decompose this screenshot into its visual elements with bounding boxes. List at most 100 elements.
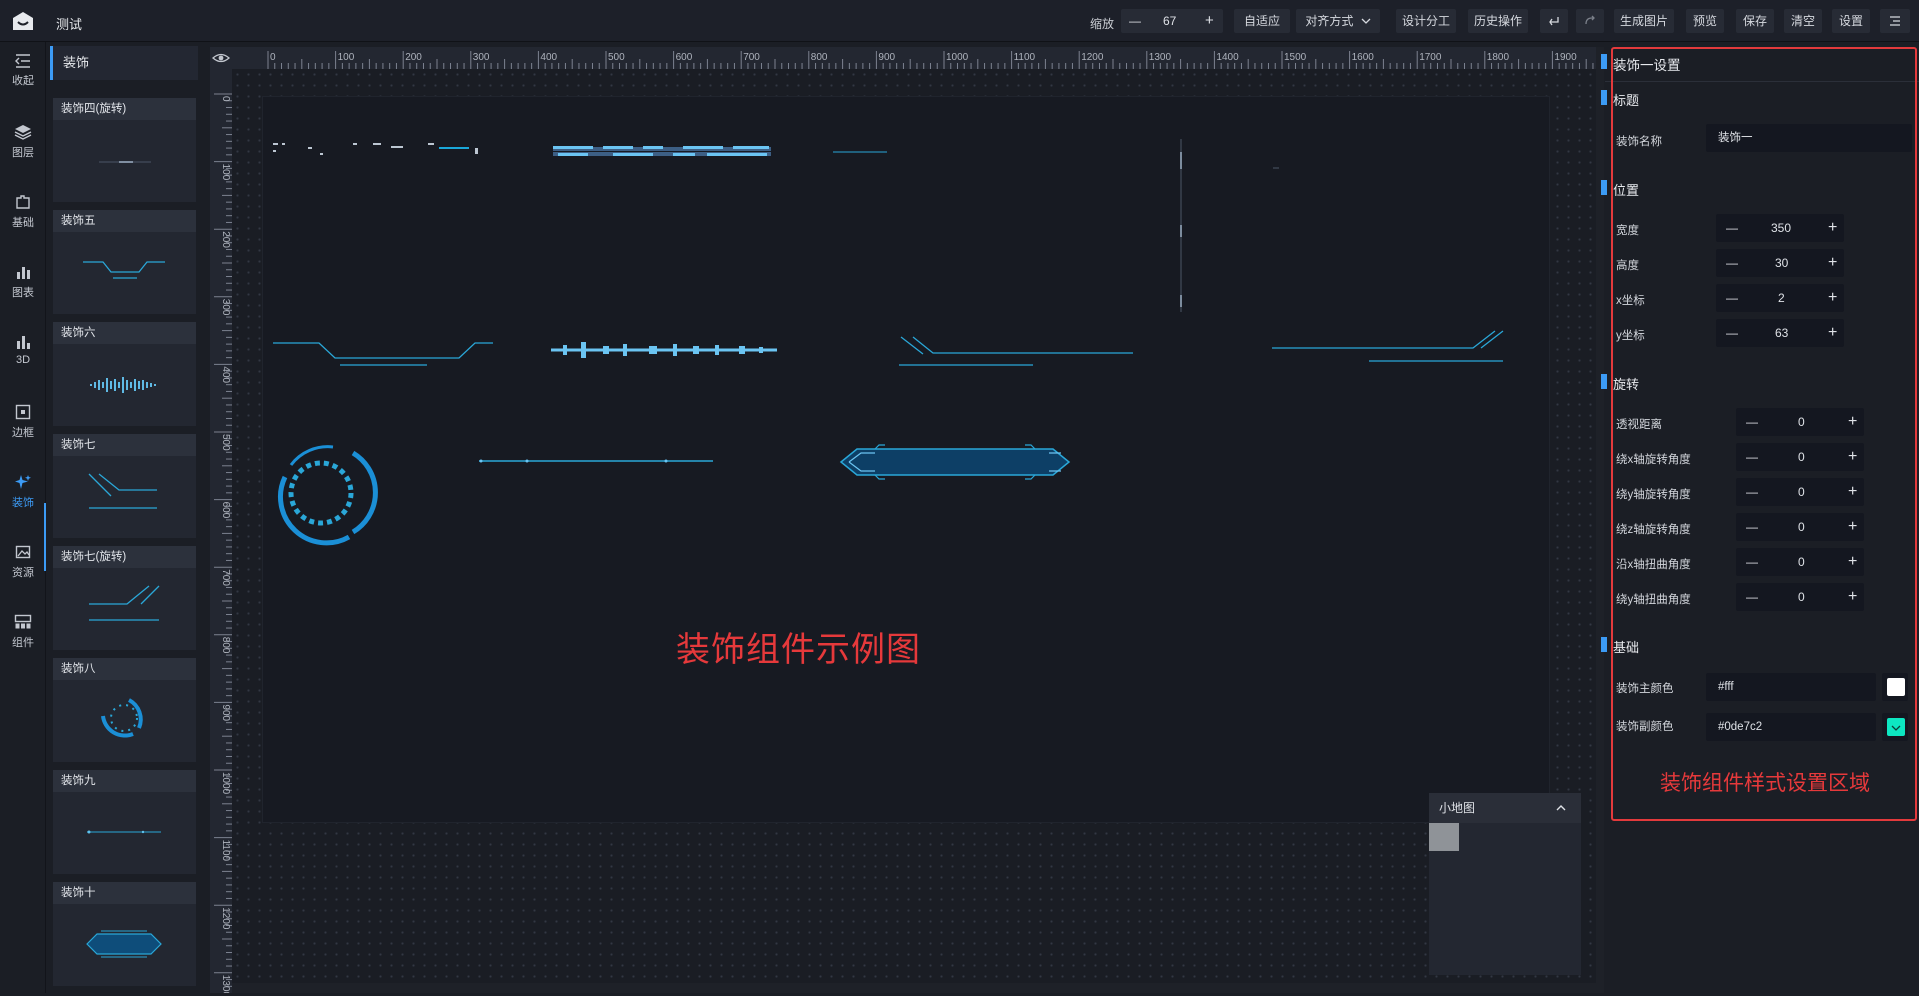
- minus-icon[interactable]: —: [1726, 319, 1738, 347]
- nav-resources[interactable]: 资源: [0, 536, 46, 606]
- skew-y-stepper[interactable]: — 0 +: [1736, 583, 1864, 611]
- x-stepper[interactable]: — 2 +: [1716, 284, 1844, 312]
- y-value[interactable]: 63: [1775, 319, 1788, 347]
- plus-icon[interactable]: +: [1848, 408, 1857, 436]
- nav-decoration[interactable]: 装饰: [0, 466, 46, 536]
- nav-3d[interactable]: 3D: [0, 326, 46, 396]
- history-button[interactable]: 历史操作: [1468, 9, 1528, 33]
- minus-icon[interactable]: —: [1726, 284, 1738, 312]
- name-input[interactable]: 装饰一: [1706, 124, 1912, 152]
- nav-border[interactable]: 边框: [0, 396, 46, 466]
- decoration-10[interactable]: [839, 444, 1071, 480]
- y-stepper[interactable]: — 63 +: [1716, 319, 1844, 347]
- plus-icon[interactable]: +: [1848, 443, 1857, 471]
- chevron-up-icon[interactable]: [1555, 803, 1567, 813]
- ruler-tick-label: 100: [220, 164, 231, 181]
- redo-button[interactable]: [1576, 9, 1604, 33]
- plus-icon[interactable]: +: [1828, 249, 1837, 277]
- preview-button[interactable]: 预览: [1686, 9, 1724, 33]
- minus-icon[interactable]: —: [1746, 513, 1758, 541]
- horizontal-scrollbar[interactable]: [232, 983, 1596, 993]
- deco-card-9[interactable]: 装饰九: [53, 770, 196, 874]
- skew-y-value[interactable]: 0: [1798, 583, 1805, 611]
- home-logo-icon[interactable]: [12, 11, 34, 31]
- skew-x-stepper[interactable]: — 0 +: [1736, 548, 1864, 576]
- sub-color-input[interactable]: #0de7c2: [1706, 713, 1876, 741]
- align-dropdown[interactable]: 对齐方式: [1296, 9, 1380, 33]
- settings-button[interactable]: 设置: [1832, 9, 1870, 33]
- main-color-input[interactable]: #fff: [1706, 673, 1876, 701]
- skew-x-value[interactable]: 0: [1798, 548, 1805, 576]
- decoration-5[interactable]: [273, 342, 493, 366]
- minimap[interactable]: 小地图: [1429, 793, 1581, 975]
- decoration-1[interactable]: [273, 143, 478, 155]
- width-stepper[interactable]: — 350 +: [1716, 214, 1844, 242]
- rot-x-value[interactable]: 0: [1798, 443, 1805, 471]
- rot-z-value[interactable]: 0: [1798, 513, 1805, 541]
- deco-card-5[interactable]: 装饰五: [53, 210, 196, 314]
- plus-icon[interactable]: +: [1828, 214, 1837, 242]
- height-value[interactable]: 30: [1775, 249, 1788, 277]
- clear-button[interactable]: 清空: [1784, 9, 1822, 33]
- zoom-in-button[interactable]: +: [1205, 9, 1214, 33]
- ruler-tick-label: 0: [270, 52, 276, 63]
- decoration-4[interactable]: [1180, 139, 1279, 312]
- zoom-value[interactable]: 67: [1163, 9, 1176, 33]
- fit-button[interactable]: 自适应: [1234, 9, 1290, 33]
- minus-icon[interactable]: —: [1746, 583, 1758, 611]
- nav-layers[interactable]: 图层: [0, 116, 46, 186]
- top-ruler[interactable]: 0 100 200 300 400 500 600 700 800 900 1000 1100 1200…: [232, 47, 1596, 69]
- rot-x-stepper[interactable]: — 0 +: [1736, 443, 1864, 471]
- decoration-8[interactable]: [278, 445, 378, 546]
- plus-icon[interactable]: +: [1828, 284, 1837, 312]
- zoom-stepper[interactable]: — 67 +: [1121, 9, 1223, 33]
- design-division-button[interactable]: 设计分工: [1396, 9, 1456, 33]
- plus-icon[interactable]: +: [1848, 513, 1857, 541]
- undo-button[interactable]: [1540, 9, 1568, 33]
- deco-card-7[interactable]: 装饰七: [53, 434, 196, 538]
- decoration-6[interactable]: [551, 342, 777, 358]
- minus-icon[interactable]: —: [1726, 249, 1738, 277]
- minus-icon[interactable]: —: [1746, 443, 1758, 471]
- minus-icon[interactable]: —: [1746, 548, 1758, 576]
- zoom-out-button[interactable]: —: [1129, 9, 1141, 33]
- height-stepper[interactable]: — 30 +: [1716, 249, 1844, 277]
- menu-button[interactable]: [1880, 9, 1910, 33]
- minimap-viewport[interactable]: [1429, 823, 1459, 851]
- deco-card-6[interactable]: 装饰六: [53, 322, 196, 426]
- nav-charts[interactable]: 图表: [0, 256, 46, 326]
- left-ruler[interactable]: 0 100 200 300 400 500 600 700 800 900 1000 1100 1200…: [210, 69, 232, 996]
- decoration-2[interactable]: [553, 146, 771, 156]
- save-button[interactable]: 保存: [1736, 9, 1774, 33]
- plus-icon[interactable]: +: [1828, 319, 1837, 347]
- visibility-toggle[interactable]: [210, 47, 232, 69]
- design-canvas[interactable]: [263, 97, 1549, 822]
- nav-components[interactable]: 组件: [0, 606, 46, 676]
- perspective-stepper[interactable]: — 0 +: [1736, 408, 1864, 436]
- plus-icon[interactable]: +: [1848, 548, 1857, 576]
- sub-color-swatch[interactable]: [1882, 713, 1908, 741]
- plus-icon[interactable]: +: [1848, 478, 1857, 506]
- nav-basic[interactable]: 基础: [0, 186, 46, 256]
- plus-icon[interactable]: +: [1848, 583, 1857, 611]
- minus-icon[interactable]: —: [1746, 478, 1758, 506]
- rot-y-stepper[interactable]: — 0 +: [1736, 478, 1864, 506]
- x-value[interactable]: 2: [1778, 284, 1785, 312]
- decoration-7[interactable]: [899, 336, 1133, 366]
- decoration-9[interactable]: [479, 459, 713, 463]
- nav-collapse[interactable]: 收起: [0, 46, 46, 116]
- deco-card-4-rotate[interactable]: 装饰四(旋转): [53, 98, 196, 202]
- minus-icon[interactable]: —: [1746, 408, 1758, 436]
- minus-icon[interactable]: —: [1726, 214, 1738, 242]
- width-value[interactable]: 350: [1771, 214, 1791, 242]
- generate-image-button[interactable]: 生成图片: [1614, 9, 1674, 33]
- perspective-value[interactable]: 0: [1798, 408, 1805, 436]
- main-color-swatch[interactable]: [1882, 673, 1908, 701]
- deco-card-7-rotate[interactable]: 装饰七(旋转): [53, 546, 196, 650]
- rot-z-stepper[interactable]: — 0 +: [1736, 513, 1864, 541]
- ruler-tick-label: 1500: [1284, 52, 1307, 63]
- deco-card-10[interactable]: 装饰十: [53, 882, 196, 986]
- decoration-7-rotate[interactable]: [1272, 330, 1504, 362]
- deco-card-8[interactable]: 装饰八: [53, 658, 196, 762]
- rot-y-value[interactable]: 0: [1798, 478, 1805, 506]
